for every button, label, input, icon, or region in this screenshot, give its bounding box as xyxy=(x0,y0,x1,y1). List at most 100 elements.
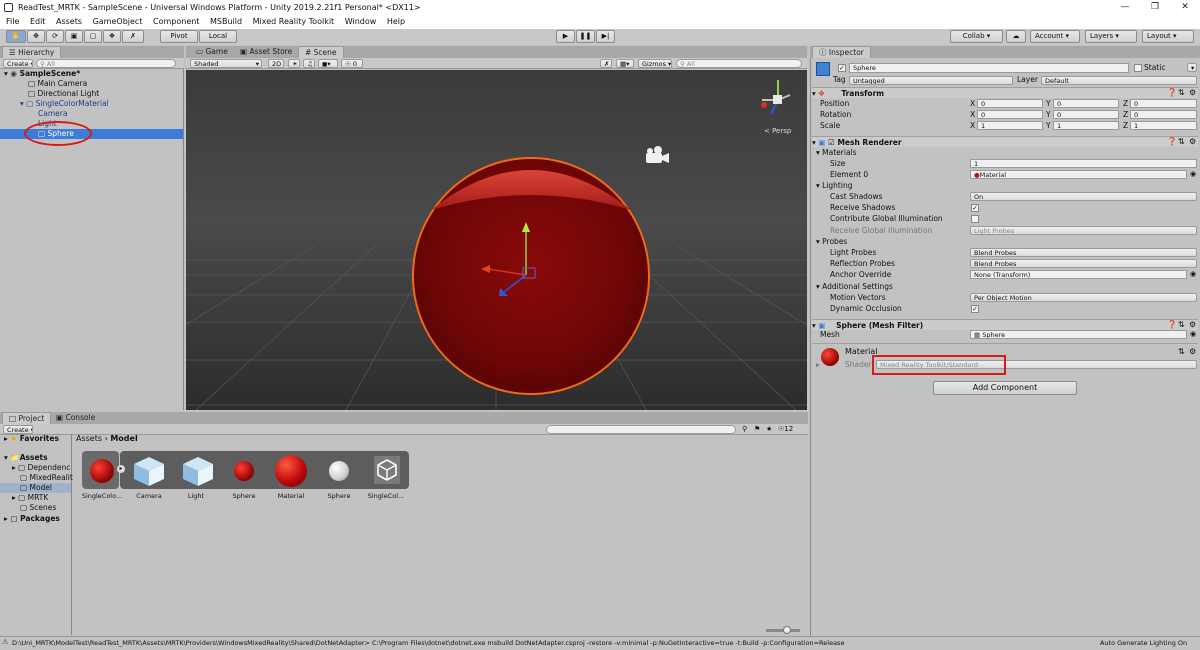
tag-dropdown[interactable]: Untagged xyxy=(849,76,1013,85)
help-icon[interactable]: ❓ xyxy=(1167,88,1177,97)
settings-gear-icon[interactable]: ⚙ xyxy=(1189,88,1196,97)
hierarchy-search-input[interactable]: ⚲ All xyxy=(36,59,176,68)
scene-viewport[interactable]: < Persp xyxy=(186,70,807,410)
receive-shadows-checkbox[interactable]: ✓ xyxy=(971,204,979,212)
collab-dropdown[interactable]: Collab ▾ xyxy=(950,30,1003,43)
favorites-item[interactable]: ▸ ★ Favorites xyxy=(4,434,59,444)
minimize-button[interactable]: — xyxy=(1110,0,1140,15)
settings-gear-icon[interactable]: ⚙ xyxy=(1189,137,1196,146)
tab-console[interactable]: ▣ Console xyxy=(50,412,101,424)
sphere-white-thumbnail[interactable] xyxy=(329,461,349,481)
settings-gear-icon[interactable]: ⚙ xyxy=(1189,347,1196,356)
object-picker-icon[interactable]: ◉ xyxy=(1190,270,1196,278)
scale-x-field[interactable]: 1 xyxy=(977,121,1043,130)
tab-inspector[interactable]: ⓘ Inspector xyxy=(812,46,871,58)
static-dropdown[interactable]: ▾ xyxy=(1187,63,1197,72)
contribute-gi-checkbox[interactable] xyxy=(971,215,979,223)
sphere-mesh-thumbnail[interactable] xyxy=(234,461,254,481)
project-create-button[interactable]: Create ▾ xyxy=(3,425,33,434)
singlecolor-prefab-thumbnail[interactable] xyxy=(90,459,114,483)
hierarchy-create-button[interactable]: Create ▾ xyxy=(3,59,33,68)
gizmos-dropdown[interactable]: Gizmos ▾ xyxy=(638,59,672,68)
tab-scene[interactable]: # Scene xyxy=(298,46,344,58)
breadcrumb-model[interactable]: Model xyxy=(110,434,137,443)
assets-folder[interactable]: ▾ 📁Assets xyxy=(4,453,48,463)
cast-shadows-dropdown[interactable]: On xyxy=(970,192,1197,201)
step-button[interactable]: ▶| xyxy=(596,30,615,43)
effects-toggle-icon[interactable]: ◼▾ xyxy=(318,59,338,68)
hand-tool-icon[interactable]: ✋ xyxy=(6,30,26,43)
mesh-field[interactable]: ▦ Sphere xyxy=(970,330,1187,339)
maximize-button[interactable]: ❐ xyxy=(1140,0,1170,15)
hidden-packages-icon[interactable]: ☉12 xyxy=(778,425,793,433)
help-icon[interactable]: ❓ xyxy=(1167,320,1177,329)
light-probes-dropdown[interactable]: Blend Probes xyxy=(970,248,1197,257)
cloud-icon[interactable]: ☁ xyxy=(1006,30,1026,43)
pivot-toggle[interactable]: Pivot xyxy=(160,30,198,43)
search-by-type-icon[interactable]: ⚲ xyxy=(742,425,747,433)
tab-project[interactable]: □ Project xyxy=(2,412,52,424)
object-name-field[interactable]: Sphere xyxy=(849,63,1129,73)
lighting-foldout[interactable]: ▾ Lighting xyxy=(816,181,852,191)
close-button[interactable]: ✕ xyxy=(1170,0,1200,15)
hierarchy-item-main-camera[interactable]: □ Main Camera xyxy=(28,79,87,89)
rotation-z-field[interactable]: 0 xyxy=(1130,110,1197,119)
rotation-x-field[interactable]: 0 xyxy=(977,110,1043,119)
tools-icon[interactable]: ✗ xyxy=(600,59,612,68)
folder-mixedreality[interactable]: ▢ MixedRealit xyxy=(20,473,73,483)
menu-mrtk[interactable]: Mixed Reality Toolkit xyxy=(253,17,335,26)
help-icon[interactable]: ❓ xyxy=(1167,137,1177,146)
position-z-field[interactable]: 0 xyxy=(1130,99,1197,108)
account-dropdown[interactable]: Account ▾ xyxy=(1030,30,1080,43)
static-checkbox[interactable] xyxy=(1134,64,1142,72)
hidden-objects-toggle[interactable]: ☉ 0 xyxy=(341,59,363,68)
rotation-y-field[interactable]: 0 xyxy=(1053,110,1119,119)
layers-dropdown[interactable]: Layers ▾ xyxy=(1085,30,1137,43)
mesh-renderer-enabled-checkbox[interactable]: ☑ xyxy=(828,138,835,147)
breadcrumb-assets[interactable]: Assets xyxy=(76,434,102,443)
additional-settings-foldout[interactable]: ▾ Additional Settings xyxy=(816,282,893,292)
favorite-search-icon[interactable]: ★ xyxy=(766,425,772,433)
status-message[interactable]: D:\Uni_MRTK\ModelTest\ReadTest_MRTK\Asse… xyxy=(12,638,1092,648)
expand-prefab-icon[interactable]: ▸ xyxy=(117,465,125,473)
scene-search-input[interactable]: ⚲ All xyxy=(676,59,802,68)
layout-dropdown[interactable]: Layout ▾ xyxy=(1142,30,1194,43)
tab-hierarchy[interactable]: ☰ Hierarchy xyxy=(2,46,62,58)
rect-tool-icon[interactable]: ▢ xyxy=(84,30,102,43)
scale-z-field[interactable]: 1 xyxy=(1130,121,1197,130)
mesh-filter-header[interactable]: ▾ ▣ Sphere (Mesh Filter) xyxy=(812,319,1198,330)
material-thumbnail[interactable] xyxy=(275,455,307,487)
menu-gameobject[interactable]: GameObject xyxy=(93,17,143,26)
local-toggle[interactable]: Local xyxy=(199,30,237,43)
menu-component[interactable]: Component xyxy=(153,17,199,26)
position-y-field[interactable]: 0 xyxy=(1053,99,1119,108)
hierarchy-item-camera[interactable]: Camera xyxy=(38,109,67,119)
light-cube-thumbnail[interactable] xyxy=(182,455,214,487)
packages-folder[interactable]: ▸ ▢ Packages xyxy=(4,514,60,524)
object-picker-icon[interactable]: ◉ xyxy=(1190,330,1196,338)
tab-game[interactable]: ▭ Game xyxy=(190,46,234,58)
pause-button[interactable]: ❚❚ xyxy=(576,30,595,43)
material-foldout-icon[interactable]: ▸ xyxy=(816,360,820,370)
rotate-tool-icon[interactable]: ⟳ xyxy=(46,30,64,43)
active-checkbox[interactable]: ✓ xyxy=(838,64,846,72)
menu-help[interactable]: Help xyxy=(387,17,405,26)
dynamic-occlusion-checkbox[interactable]: ✓ xyxy=(971,305,979,313)
folder-mrtk[interactable]: ▸ ▢ MRTK xyxy=(12,493,48,503)
object-picker-icon[interactable]: ◉ xyxy=(1190,170,1196,178)
search-by-label-icon[interactable]: ⚑ xyxy=(754,425,760,433)
unity-logo-icon[interactable] xyxy=(374,456,400,484)
audio-toggle-icon[interactable]: ♫ xyxy=(303,59,315,68)
materials-foldout[interactable]: ▾ Materials xyxy=(816,148,857,158)
reflection-probes-dropdown[interactable]: Blend Probes xyxy=(970,259,1197,268)
persp-label[interactable]: < Persp xyxy=(764,127,792,135)
menu-assets[interactable]: Assets xyxy=(56,17,82,26)
transform-header[interactable]: ▾ ✥ Transform xyxy=(812,87,1198,98)
lighting-toggle-icon[interactable]: ☀ xyxy=(288,59,300,68)
layer-dropdown[interactable]: Default xyxy=(1041,76,1197,85)
menu-edit[interactable]: Edit xyxy=(30,17,46,26)
position-x-field[interactable]: 0 xyxy=(977,99,1043,108)
shading-mode-dropdown[interactable]: Shaded ▾ xyxy=(190,59,262,68)
project-search-input[interactable] xyxy=(546,425,736,434)
hierarchy-item-directional-light[interactable]: □ Directional Light xyxy=(28,89,99,99)
